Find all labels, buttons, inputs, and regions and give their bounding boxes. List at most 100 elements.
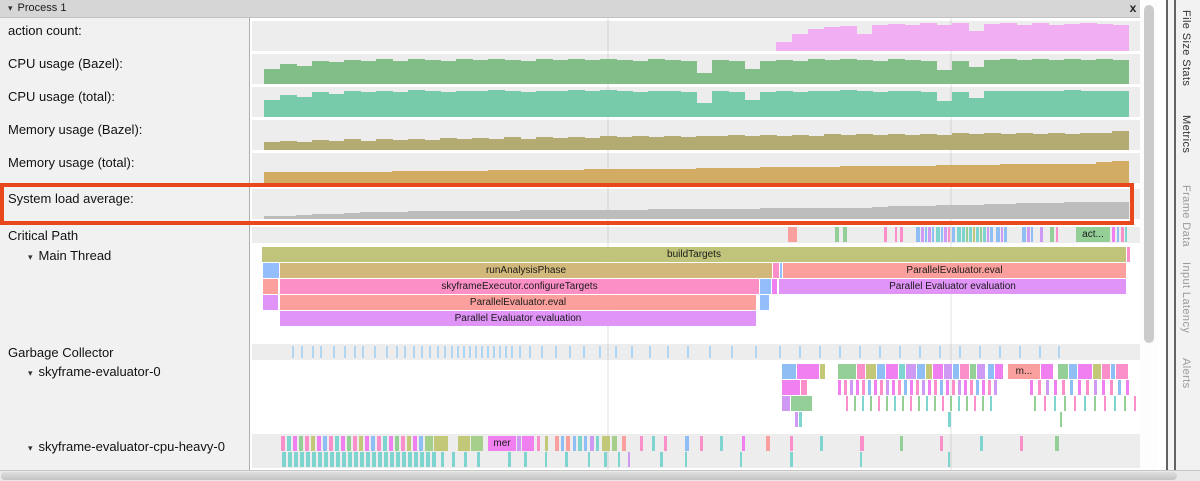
counter-sample-cpu-usage-bazel[interactable] [840,59,857,84]
trace-slice[interactable] [892,380,895,395]
trace-slice[interactable] [910,380,913,395]
trace-slice[interactable] [1050,227,1054,242]
trace-slice[interactable] [933,364,943,379]
counter-sample-cpu-usage-bazel[interactable] [488,59,505,84]
trace-slice[interactable] [962,227,965,242]
trace-slice[interactable] [1031,227,1033,242]
counter-sample-memory-usage-total[interactable] [488,170,505,183]
counter-sample-memory-usage-total[interactable] [328,172,345,183]
trace-slice[interactable] [263,295,278,310]
counter-sample-system-load-average[interactable] [856,208,873,219]
trace-slice[interactable] [419,436,423,451]
counter-sample-cpu-usage-total[interactable] [824,91,841,117]
trace-slice[interactable] [1001,227,1003,242]
counter-sample-memory-usage-bazel[interactable] [1032,134,1049,150]
trace-slice[interactable] [964,380,967,395]
counter-sample-memory-usage-total[interactable] [968,165,985,183]
trace-slice[interactable] [1058,364,1068,379]
counter-sample-system-load-average[interactable] [888,206,905,219]
counter-sample-system-load-average[interactable] [952,205,969,219]
trace-slice[interactable] [1056,227,1058,242]
trace-slice[interactable] [916,380,919,395]
counter-sample-action-count[interactable] [968,31,985,51]
trace-slice[interactable] [432,452,436,467]
counter-sample-memory-usage-total[interactable] [296,172,313,183]
trace-slice[interactable] [790,452,793,467]
trace-slice[interactable] [782,380,800,395]
counter-sample-system-load-average[interactable] [760,208,777,219]
counter-sample-cpu-usage-bazel[interactable] [280,64,297,84]
counter-sample-cpu-usage-bazel[interactable] [808,59,825,84]
trace-slice[interactable] [918,396,920,411]
trace-slice[interactable] [940,380,943,395]
counter-sample-memory-usage-bazel[interactable] [920,134,937,150]
sidebar-tab-file-size-stats[interactable]: File Size Stats [1180,10,1192,86]
trace-slice[interactable] [843,227,847,242]
counter-sample-cpu-usage-total[interactable] [1064,90,1081,117]
trace-slice[interactable] [970,380,973,395]
trace-slice[interactable] [652,436,655,451]
trace-slice[interactable] [317,436,321,451]
trace-slice[interactable] [958,380,961,395]
counter-sample-memory-usage-total[interactable] [504,170,521,183]
trace-slice[interactable] [578,436,582,451]
counter-sample-cpu-usage-total[interactable] [280,95,297,117]
sidebar-tab-metrics[interactable]: Metrics [1180,115,1192,153]
trace-slice[interactable] [952,227,955,242]
counter-sample-memory-usage-total[interactable] [888,166,905,183]
trace-slice[interactable] [660,452,663,467]
trace-slice[interactable] [293,436,297,451]
counter-sample-system-load-average[interactable] [840,208,857,219]
trace-slice[interactable] [958,396,960,411]
counter-sample-system-load-average[interactable] [360,212,377,219]
counter-sample-memory-usage-total[interactable] [728,168,745,183]
counter-sample-cpu-usage-bazel[interactable] [648,59,665,84]
counter-sample-memory-usage-bazel[interactable] [888,134,905,150]
counter-sample-memory-usage-bazel[interactable] [264,142,281,150]
counter-sample-cpu-usage-bazel[interactable] [568,59,585,84]
counter-sample-system-load-average[interactable] [1016,203,1033,219]
trace-slice[interactable] [311,436,315,451]
counter-sample-memory-usage-bazel[interactable] [632,136,649,150]
counter-sample-system-load-average[interactable] [824,208,841,219]
counter-sample-system-load-average[interactable] [776,208,793,219]
counter-sample-memory-usage-total[interactable] [1048,164,1065,183]
counter-sample-cpu-usage-total[interactable] [312,92,329,117]
counter-sample-memory-usage-total[interactable] [872,166,889,183]
counter-sample-cpu-usage-bazel[interactable] [264,69,281,84]
trace-slice[interactable] [545,452,547,467]
trace-slice[interactable] [780,263,782,278]
counter-sample-system-load-average[interactable] [264,216,281,219]
counter-sample-memory-usage-total[interactable] [840,166,857,183]
counter-sample-memory-usage-bazel[interactable] [648,137,665,150]
trace-slice[interactable] [1069,364,1077,379]
counter-sample-memory-usage-bazel[interactable] [872,135,889,150]
counter-sample-cpu-usage-bazel[interactable] [968,67,985,84]
counter-sample-cpu-usage-total[interactable] [728,92,745,117]
counter-sample-system-load-average[interactable] [296,215,313,219]
counter-sample-action-count[interactable] [792,34,809,51]
trace-slice[interactable] [906,364,916,379]
counter-sample-system-load-average[interactable] [728,209,745,219]
trace-slice[interactable] [980,227,982,242]
trace-slice[interactable] [925,227,927,242]
trace-slice[interactable] [921,227,924,242]
counter-sample-memory-usage-bazel[interactable] [824,134,841,150]
counter-sample-memory-usage-total[interactable] [360,172,377,183]
trace-slice[interactable] [1041,364,1053,379]
trace-slice[interactable] [790,436,793,451]
counter-sample-memory-usage-total[interactable] [1032,164,1049,183]
counter-sample-memory-usage-total[interactable] [808,167,825,183]
trace-slice[interactable] [1127,247,1130,262]
trace-slice[interactable] [365,436,369,451]
counter-sample-memory-usage-total[interactable] [344,172,361,183]
trace-slice[interactable] [471,436,483,451]
trace-slice[interactable] [602,436,610,451]
counter-sample-memory-usage-total[interactable] [632,169,649,183]
trace-slice[interactable] [372,452,376,467]
trace-slice[interactable] [1104,396,1106,411]
trace-slice[interactable] [934,380,937,395]
counter-sample-cpu-usage-total[interactable] [600,90,617,117]
trace-slice[interactable] [910,396,912,411]
process-header[interactable]: ▾Process 1 [0,0,1140,18]
